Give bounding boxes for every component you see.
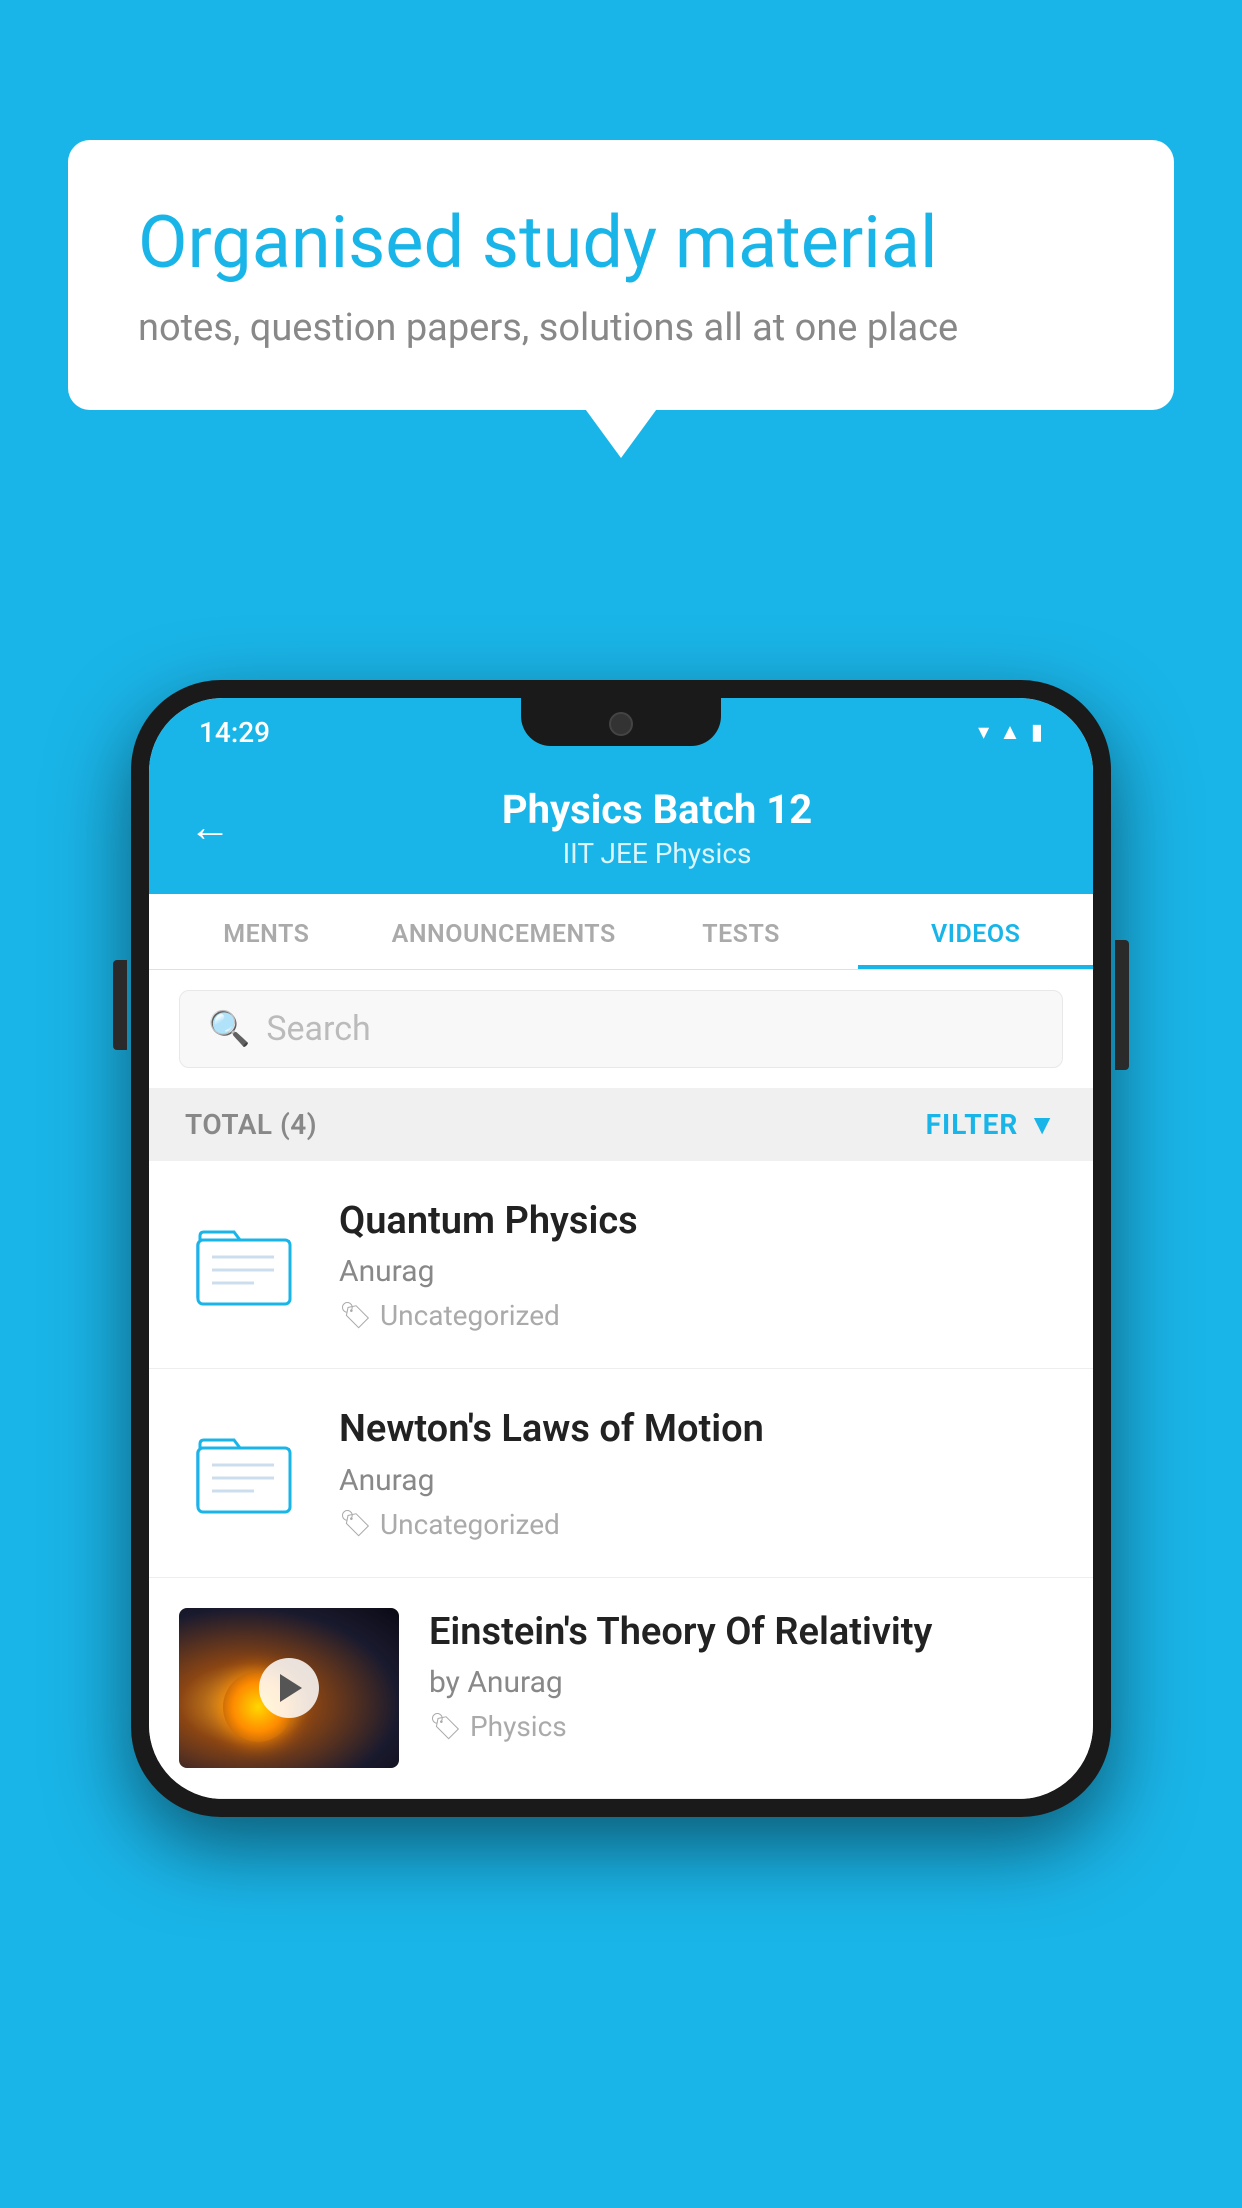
tag-icon: 🏷 bbox=[429, 1712, 462, 1742]
video-tag: 🏷 Physics bbox=[429, 1710, 1063, 1743]
header-title-group: Physics Batch 12 IIT JEE Physics bbox=[261, 786, 1053, 870]
tab-tests[interactable]: TESTS bbox=[624, 894, 859, 969]
folder-thumbnail bbox=[179, 1408, 309, 1538]
list-item[interactable]: Einstein's Theory Of Relativity by Anura… bbox=[149, 1578, 1093, 1799]
battery-icon: ▮ bbox=[1031, 720, 1043, 745]
video-author: by Anurag bbox=[429, 1665, 1063, 1700]
status-icons: ▾ ▲ ▮ bbox=[978, 719, 1043, 745]
folder-icon bbox=[194, 1222, 294, 1308]
video-title: Quantum Physics bbox=[339, 1197, 1063, 1246]
search-icon: 🔍 bbox=[208, 1009, 250, 1049]
video-info: Newton's Laws of Motion Anurag 🏷 Uncateg… bbox=[339, 1405, 1063, 1540]
phone-device: 14:29 ▾ ▲ ▮ ← Physics Batch 12 IIT JEE P… bbox=[131, 680, 1111, 1817]
speech-bubble-subtitle: notes, question papers, solutions all at… bbox=[138, 306, 1104, 350]
play-icon bbox=[280, 1674, 302, 1702]
phone-screen: 14:29 ▾ ▲ ▮ ← Physics Batch 12 IIT JEE P… bbox=[149, 698, 1093, 1799]
tag-label: Physics bbox=[470, 1710, 567, 1743]
speech-bubble-container: Organised study material notes, question… bbox=[68, 140, 1174, 410]
tabs-bar: MENTS ANNOUNCEMENTS TESTS VIDEOS bbox=[149, 894, 1093, 970]
video-title: Einstein's Theory Of Relativity bbox=[429, 1608, 1063, 1657]
filter-bar: TOTAL (4) FILTER ▼ bbox=[149, 1088, 1093, 1161]
video-thumbnail bbox=[179, 1608, 399, 1768]
list-item[interactable]: Quantum Physics Anurag 🏷 Uncategorized bbox=[149, 1161, 1093, 1369]
tab-announcements[interactable]: ANNOUNCEMENTS bbox=[384, 894, 624, 969]
search-bar-wrapper: 🔍 Search bbox=[149, 970, 1093, 1088]
speech-bubble-title: Organised study material bbox=[138, 200, 1104, 286]
search-bar[interactable]: 🔍 Search bbox=[179, 990, 1063, 1068]
header-title: Physics Batch 12 bbox=[261, 786, 1053, 833]
video-tag: 🏷 Uncategorized bbox=[339, 1299, 1063, 1332]
filter-button[interactable]: FILTER ▼ bbox=[926, 1108, 1057, 1141]
total-count: TOTAL (4) bbox=[185, 1108, 317, 1141]
app-header: ← Physics Batch 12 IIT JEE Physics bbox=[149, 766, 1093, 894]
video-info: Einstein's Theory Of Relativity by Anura… bbox=[429, 1608, 1063, 1743]
signal-icon: ▲ bbox=[999, 719, 1021, 745]
filter-label: FILTER bbox=[926, 1108, 1019, 1141]
notch bbox=[521, 698, 721, 746]
tag-icon: 🏷 bbox=[339, 1301, 372, 1331]
speech-bubble: Organised study material notes, question… bbox=[68, 140, 1174, 410]
tab-videos[interactable]: VIDEOS bbox=[858, 894, 1093, 969]
tag-icon: 🏷 bbox=[339, 1509, 372, 1539]
phone-outer: 14:29 ▾ ▲ ▮ ← Physics Batch 12 IIT JEE P… bbox=[131, 680, 1111, 1817]
tab-ments[interactable]: MENTS bbox=[149, 894, 384, 969]
wifi-icon: ▾ bbox=[978, 720, 989, 745]
search-placeholder: Search bbox=[266, 1009, 370, 1049]
status-bar: 14:29 ▾ ▲ ▮ bbox=[149, 698, 1093, 766]
folder-thumbnail bbox=[179, 1200, 309, 1330]
filter-icon: ▼ bbox=[1028, 1108, 1057, 1141]
list-item[interactable]: Newton's Laws of Motion Anurag 🏷 Uncateg… bbox=[149, 1369, 1093, 1577]
camera-icon bbox=[609, 712, 633, 736]
tag-label: Uncategorized bbox=[380, 1299, 560, 1332]
video-author: Anurag bbox=[339, 1254, 1063, 1289]
play-button[interactable] bbox=[259, 1658, 319, 1718]
tag-label: Uncategorized bbox=[380, 1508, 560, 1541]
back-button[interactable]: ← bbox=[189, 807, 231, 849]
video-author: Anurag bbox=[339, 1463, 1063, 1498]
video-title: Newton's Laws of Motion bbox=[339, 1405, 1063, 1454]
video-info: Quantum Physics Anurag 🏷 Uncategorized bbox=[339, 1197, 1063, 1332]
folder-icon bbox=[194, 1430, 294, 1516]
video-tag: 🏷 Uncategorized bbox=[339, 1508, 1063, 1541]
header-subtitle: IIT JEE Physics bbox=[261, 837, 1053, 870]
status-time: 14:29 bbox=[199, 716, 270, 749]
video-list: Quantum Physics Anurag 🏷 Uncategorized bbox=[149, 1161, 1093, 1799]
